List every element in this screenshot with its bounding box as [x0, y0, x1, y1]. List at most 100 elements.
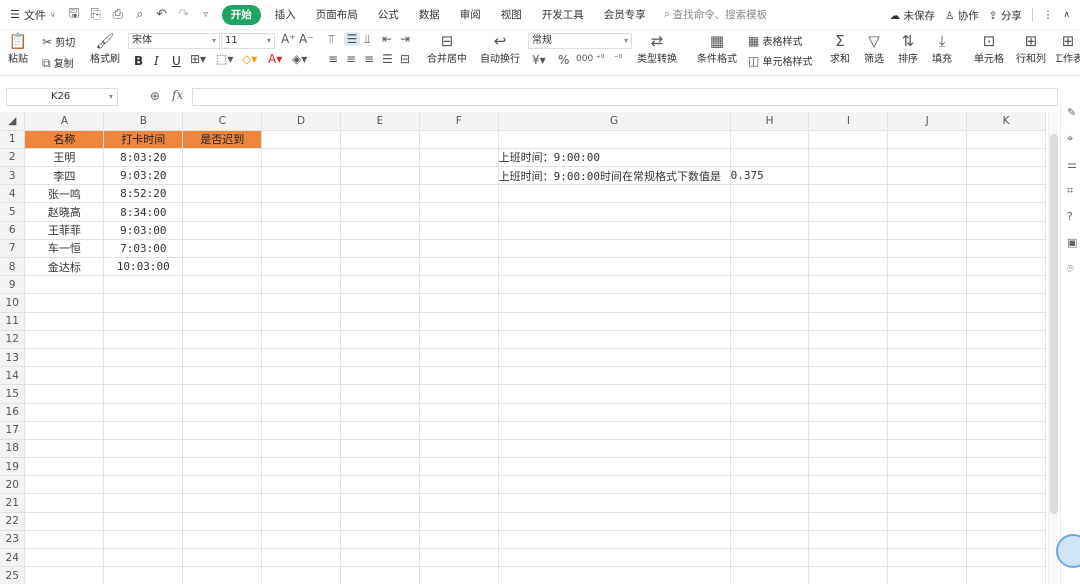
cell[interactable]	[730, 257, 810, 277]
settings-slider-icon[interactable]: ⚌	[1067, 158, 1077, 171]
indent-decrease-button[interactable]: ⇤	[382, 32, 392, 46]
cell[interactable]	[498, 439, 731, 459]
cell[interactable]	[730, 293, 810, 313]
cell[interactable]	[498, 457, 731, 477]
header-cell-late[interactable]: 是否迟到	[182, 129, 263, 149]
cell[interactable]	[24, 548, 105, 568]
col-header-c[interactable]: C	[182, 112, 263, 131]
cell[interactable]	[182, 512, 263, 531]
cell[interactable]	[103, 384, 184, 404]
cell[interactable]	[808, 257, 889, 277]
cell[interactable]	[808, 348, 889, 368]
collab-button[interactable]: ♙ 协作	[945, 8, 979, 23]
row-header[interactable]: 18	[0, 439, 26, 459]
cell[interactable]	[730, 530, 810, 550]
col-header-k[interactable]: K	[966, 112, 1046, 131]
work-start-note[interactable]: 上班时间：9:00:00	[498, 148, 731, 168]
cell[interactable]	[887, 348, 968, 368]
cell-button[interactable]: ⊡ 单元格	[974, 32, 1004, 65]
font-color-button[interactable]: A▾	[268, 52, 282, 66]
cell[interactable]	[103, 512, 184, 531]
number-format-select[interactable]: 常规 ▾	[528, 33, 632, 49]
clear-button[interactable]: ◈▾	[292, 52, 307, 66]
copy-button[interactable]: ⧉ 复制	[42, 55, 74, 71]
distributed-button[interactable]: ⊟	[400, 52, 410, 66]
cell[interactable]	[182, 366, 263, 386]
cell[interactable]	[340, 475, 420, 495]
indent-increase-button[interactable]: ⇥	[400, 32, 410, 46]
unsaved-status[interactable]: ☁ 未保存	[890, 8, 935, 23]
cell[interactable]	[498, 566, 731, 584]
cell[interactable]	[24, 366, 105, 386]
cell[interactable]	[730, 512, 810, 531]
late-cell[interactable]	[182, 148, 263, 168]
cell[interactable]	[340, 202, 420, 222]
cell[interactable]	[887, 184, 968, 204]
sort-button[interactable]: ⇅ 排序	[898, 32, 918, 65]
location-icon[interactable]: ⌾	[1067, 262, 1074, 276]
row-header[interactable]: 17	[0, 421, 26, 440]
cell[interactable]	[182, 330, 263, 349]
row-header[interactable]: 16	[0, 403, 26, 422]
cell[interactable]	[498, 312, 731, 331]
cell[interactable]	[887, 312, 968, 331]
cell[interactable]	[887, 566, 968, 584]
row-header[interactable]: 2	[0, 148, 26, 168]
cell[interactable]	[103, 421, 184, 440]
filter-button[interactable]: ▽ 筛选	[864, 32, 884, 65]
cell[interactable]	[730, 202, 810, 222]
name-cell[interactable]: 王菲菲	[24, 221, 105, 240]
col-header-d[interactable]: D	[261, 112, 341, 131]
cell[interactable]	[340, 548, 420, 568]
name-box[interactable]: K26 ▾	[6, 88, 118, 106]
cell[interactable]	[340, 130, 420, 149]
cell[interactable]	[498, 348, 731, 368]
cell[interactable]	[419, 330, 499, 349]
format-painter-button[interactable]: 🖌 格式刷	[90, 32, 120, 65]
row-header[interactable]: 23	[0, 530, 26, 550]
cell[interactable]	[182, 530, 263, 550]
cell[interactable]	[419, 221, 499, 240]
cell[interactable]	[103, 530, 184, 550]
cell[interactable]	[808, 275, 889, 295]
cell[interactable]	[182, 384, 263, 404]
cell[interactable]	[182, 457, 263, 477]
cell[interactable]	[261, 548, 341, 568]
time-cell[interactable]: 8:52:20	[103, 184, 184, 204]
cell[interactable]	[419, 130, 499, 149]
cell[interactable]	[498, 221, 731, 240]
time-cell[interactable]: 10:03:00	[103, 257, 184, 277]
tab-developer[interactable]: 开发工具	[532, 5, 594, 25]
cell[interactable]	[419, 348, 499, 368]
header-cell-name[interactable]: 名称	[24, 129, 105, 149]
cell[interactable]	[261, 366, 341, 386]
cell[interactable]	[808, 421, 889, 440]
cell[interactable]	[730, 330, 810, 349]
fx-icon[interactable]: fx	[172, 88, 183, 102]
cell[interactable]	[498, 421, 731, 440]
cell[interactable]	[730, 493, 810, 513]
cell[interactable]	[808, 530, 889, 550]
type-convert-button[interactable]: ⇄ 类型转换	[637, 32, 677, 65]
cell[interactable]	[966, 202, 1046, 222]
cell[interactable]	[24, 457, 105, 477]
currency-button[interactable]: ¥▾	[532, 53, 546, 67]
cell[interactable]	[498, 184, 731, 204]
cell[interactable]	[340, 439, 420, 459]
cell[interactable]	[808, 366, 889, 386]
cell[interactable]	[103, 475, 184, 495]
decrease-decimal-button[interactable]: ⁻⁰	[614, 53, 622, 64]
row-header[interactable]: 14	[0, 366, 26, 386]
cell[interactable]	[419, 384, 499, 404]
cell[interactable]	[24, 421, 105, 440]
cell[interactable]	[182, 421, 263, 440]
cell[interactable]	[340, 221, 420, 240]
cell[interactable]	[419, 148, 499, 168]
cell[interactable]	[419, 439, 499, 459]
cell[interactable]	[808, 202, 889, 222]
align-middle-button[interactable]: ☰	[344, 32, 360, 46]
tab-formulas[interactable]: 公式	[368, 5, 409, 25]
cell[interactable]	[419, 566, 499, 584]
cell[interactable]	[340, 421, 420, 440]
cell[interactable]	[966, 566, 1046, 584]
